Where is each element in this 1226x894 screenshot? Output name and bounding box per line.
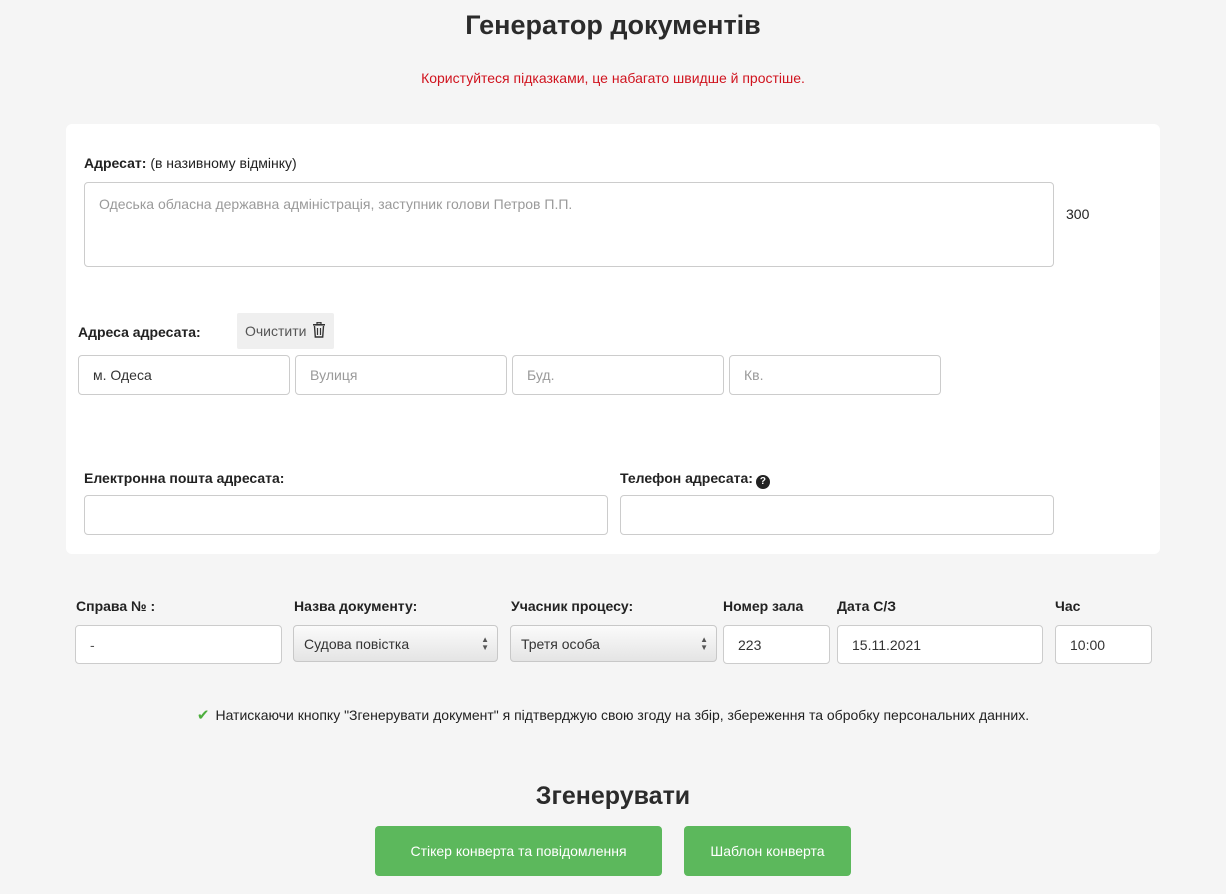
checkmark-icon: ✔ (196, 707, 210, 724)
hall-label: Номер зала (723, 598, 804, 614)
trash-icon (312, 321, 326, 341)
consent-note: ✔ Натискаючи кнопку "Згенерувати документ… (0, 706, 1226, 724)
select-arrows-icon: ▲ ▼ (481, 635, 489, 652)
participant-label: Учасник процесу: (511, 598, 634, 614)
hall-input[interactable] (723, 625, 830, 664)
consent-text: Натискаючи кнопку "Згенерувати документ"… (215, 707, 1030, 723)
email-label: Електронна пошта адресата: (84, 470, 285, 486)
participant-value: Третя особа (521, 635, 600, 652)
hint-text: Користуйтеся підказками, це набагато шви… (421, 70, 805, 86)
page-title: Генератор документів (465, 10, 761, 40)
phone-label-text: Телефон адресата: (620, 470, 753, 486)
participant-select[interactable]: Третя особа ▲ ▼ (510, 625, 717, 662)
envelope-sticker-button[interactable]: Стікер конверта та повідомлення (375, 826, 662, 876)
question-circle-icon[interactable]: ? (755, 475, 770, 489)
document-name-label: Назва документу: (294, 598, 418, 614)
envelope-template-button[interactable]: Шаблон конверта (684, 826, 851, 876)
case-number-label: Справа № : (76, 598, 156, 614)
generate-title: Згенерувати (535, 782, 691, 810)
addressee-label-text: Адресат: (84, 155, 147, 171)
addressee-char-counter: 300 (1066, 206, 1090, 222)
city-input[interactable] (78, 355, 290, 395)
address-label: Адреса адресата: (78, 324, 201, 340)
apartment-input[interactable] (729, 355, 941, 395)
case-number-input[interactable] (75, 625, 282, 664)
clear-address-label: Очистити (245, 323, 307, 339)
building-input[interactable] (512, 355, 724, 395)
addressee-input[interactable] (84, 182, 1054, 267)
addressee-note: (в називному відмінку) (150, 155, 297, 171)
select-arrows-icon: ▲ ▼ (700, 635, 708, 652)
document-name-select[interactable]: Судова повістка ▲ ▼ (293, 625, 498, 662)
clear-address-button[interactable]: Очистити (237, 313, 335, 349)
street-input[interactable] (295, 355, 507, 395)
phone-label: Телефон адресата:? (620, 470, 770, 489)
date-label: Дата С/З (837, 598, 897, 614)
phone-input[interactable] (620, 495, 1054, 535)
date-input[interactable] (837, 625, 1043, 664)
email-input[interactable] (84, 495, 608, 535)
time-label: Час (1055, 598, 1081, 614)
time-input[interactable] (1055, 625, 1152, 664)
addressee-label: Адресат: (в називному відмінку) (84, 155, 297, 171)
document-name-value: Судова повістка (304, 635, 410, 652)
